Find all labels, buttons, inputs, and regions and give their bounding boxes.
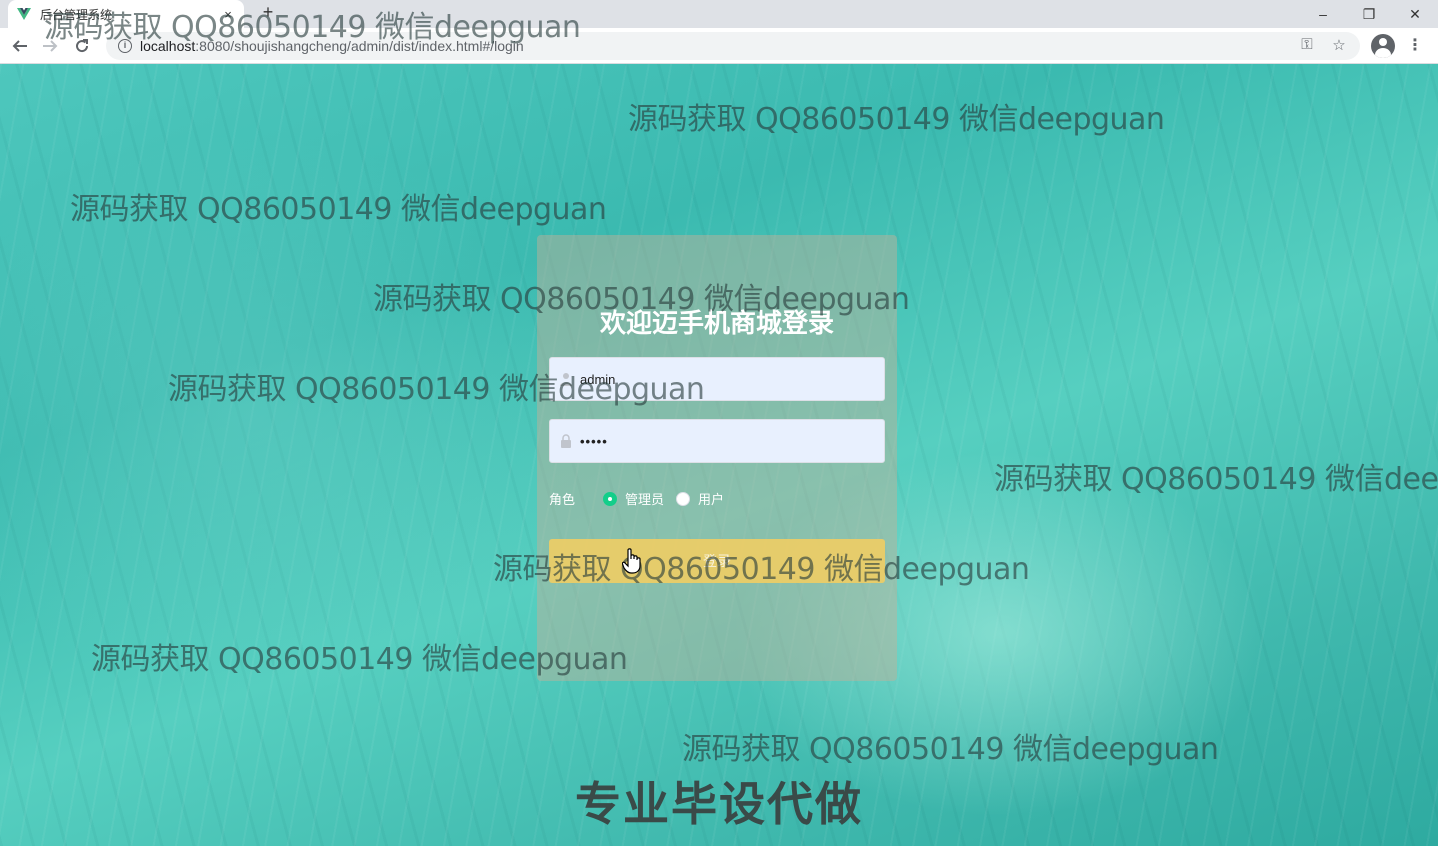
watermark-text: 源码获取 QQ86050149 微信deepguan <box>70 192 607 227</box>
watermark-text: 源码获取 QQ86050149 微信deepguan <box>682 732 1219 767</box>
watermark-text: 源码获取 QQ86050149 微信deepguan <box>44 10 581 45</box>
role-radio-user[interactable]: 用户 <box>676 489 724 508</box>
watermark-text: 源码获取 QQ86050149 微信deepguan <box>91 642 628 677</box>
restore-button[interactable]: ❐ <box>1346 0 1392 28</box>
role-radio-label: 管理员 <box>625 492 665 507</box>
star-bookmark-icon[interactable]: ☆ <box>1330 36 1348 54</box>
role-radio-admin[interactable]: 管理员 <box>603 489 664 508</box>
role-radio-label: 用户 <box>698 492 725 507</box>
promo-text: 专业毕设代做 <box>575 778 863 830</box>
password-input[interactable]: ••••• <box>549 419 885 463</box>
watermark-text: 源码获取 QQ86050149 微信deepguan <box>994 462 1438 497</box>
window-controls: – ❐ ✕ <box>1300 0 1438 28</box>
role-label: 角色 <box>549 492 576 507</box>
vue-logo-icon <box>16 6 32 22</box>
hand-cursor-icon <box>621 548 642 579</box>
watermark-text: 源码获取 QQ86050149 微信deepguan <box>168 372 705 407</box>
minimize-button[interactable]: – <box>1300 0 1346 28</box>
watermark-text: 源码获取 QQ86050149 微信deepguan <box>493 552 1030 587</box>
login-page-background: 欢迎迈手机商城登录 admin ••••• 角色 管理员 用户 登录 源码获取 … <box>0 64 1438 846</box>
back-arrow-icon[interactable] <box>8 34 32 58</box>
role-selector: 角色 管理员 用户 <box>549 489 736 508</box>
watermark-text: 源码获取 QQ86050149 微信deepguan <box>373 282 910 317</box>
lock-icon <box>560 434 572 448</box>
profile-avatar-icon[interactable] <box>1371 34 1395 58</box>
watermark-text: 源码获取 QQ86050149 微信deepguan <box>628 102 1165 137</box>
radio-checked-icon[interactable] <box>603 491 618 506</box>
password-value: ••••• <box>580 433 608 449</box>
radio-unchecked-icon[interactable] <box>676 491 691 506</box>
key-icon[interactable]: ⚿ <box>1298 36 1316 54</box>
browser-menu-icon[interactable]: ⋮ <box>1405 34 1425 58</box>
close-window-button[interactable]: ✕ <box>1392 0 1438 28</box>
